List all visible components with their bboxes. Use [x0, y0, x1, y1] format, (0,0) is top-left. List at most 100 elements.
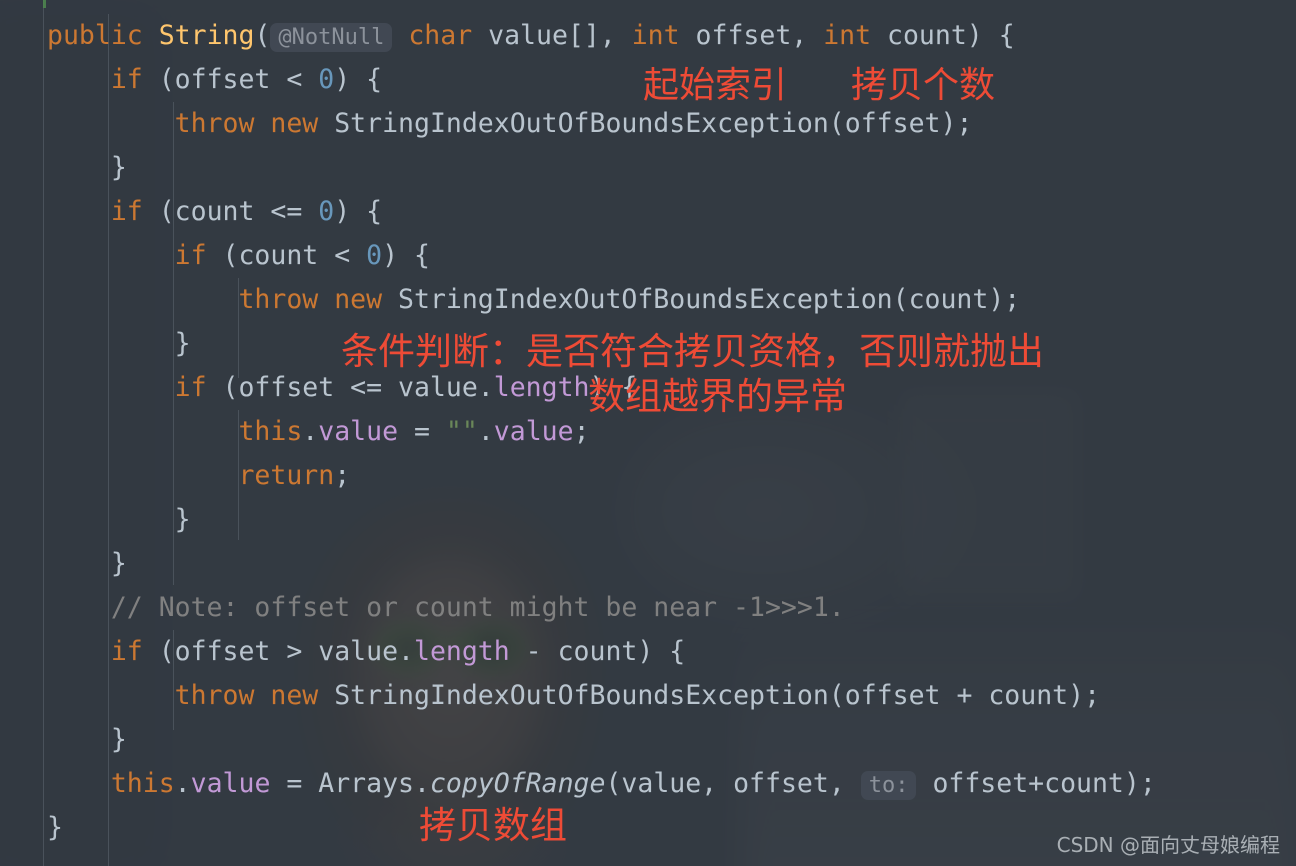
code-line[interactable]: throw new StringIndexOutOfBoundsExceptio…	[47, 674, 1296, 718]
code-token: // Note: offset or count might be near -…	[110, 592, 845, 623]
code-token: throw	[174, 680, 255, 711]
code-token: length	[413, 636, 510, 667]
code-line[interactable]: if (count <= 0) {	[47, 190, 1296, 234]
code-token: ) {	[334, 196, 383, 227]
code-token: int	[631, 20, 680, 51]
code-token: ""	[445, 416, 478, 447]
code-editor-content[interactable]: public String(@NotNull char value[], int…	[0, 0, 1296, 850]
code-token: ) {	[382, 240, 430, 271]
code-token: if	[110, 196, 143, 227]
code-token: .	[477, 416, 494, 447]
code-token: 0	[318, 196, 335, 227]
inlay-hint-badge: to:	[860, 771, 917, 800]
code-token: offset,	[679, 20, 824, 51]
code-token: = Arrays.	[270, 768, 430, 799]
code-token: value[],	[472, 20, 632, 51]
annotation-copy-array: 拷贝数组	[419, 804, 567, 847]
code-token: ) {	[334, 64, 383, 95]
code-token: new	[270, 108, 319, 139]
code-token: value	[190, 768, 271, 799]
code-line[interactable]: }	[47, 542, 1296, 586]
code-token: }	[110, 724, 127, 755]
code-token: offset+count);	[916, 768, 1156, 799]
code-token: StringIndexOutOfBoundsException(count);	[382, 284, 1021, 315]
code-token: }	[174, 328, 191, 359]
code-line[interactable]: if (offset > value.length - count) {	[47, 630, 1296, 674]
code-token: (count <	[206, 240, 367, 271]
code-line[interactable]: // Note: offset or count might be near -…	[47, 586, 1296, 630]
code-token: }	[174, 504, 191, 535]
code-line[interactable]: }	[47, 498, 1296, 542]
csdn-watermark: CSDN @面向丈母娘编程	[1056, 833, 1280, 857]
code-line[interactable]: public String(@NotNull char value[], int…	[47, 14, 1296, 58]
code-line[interactable]: this.value = Arrays.copyOfRange(value, o…	[47, 762, 1296, 806]
code-token: .	[302, 416, 319, 447]
code-line[interactable]: throw new StringIndexOutOfBoundsExceptio…	[47, 102, 1296, 146]
code-token: if	[110, 636, 143, 667]
inlay-hint-badge: @NotNull	[270, 23, 393, 52]
code-token: if	[174, 372, 207, 403]
code-token: this	[110, 768, 175, 799]
code-token: ;	[334, 460, 351, 491]
code-token: 0	[318, 64, 335, 95]
annotation-start-index: 起始索引	[643, 65, 788, 106]
code-token: (count <=	[142, 196, 319, 227]
code-screenshot: public String(@NotNull char value[], int…	[0, 0, 1296, 866]
code-line[interactable]: return;	[47, 454, 1296, 498]
code-token: (value, offset,	[605, 768, 861, 799]
annotation-condition-check-line2: 数组越界的异常	[588, 375, 847, 418]
code-token: }	[110, 152, 127, 183]
code-token: StringIndexOutOfBoundsException(offset +…	[318, 680, 1101, 711]
code-token: int	[823, 20, 872, 51]
code-token: this	[238, 416, 303, 447]
code-token: throw	[174, 108, 255, 139]
code-token: String	[158, 20, 255, 51]
code-token: .	[174, 768, 191, 799]
code-token: 0	[366, 240, 383, 271]
code-token: value	[318, 416, 399, 447]
code-token: throw	[238, 284, 319, 315]
code-token: ;	[573, 416, 590, 447]
code-token: if	[174, 240, 207, 271]
code-token: length	[493, 372, 590, 403]
code-token: }	[110, 548, 127, 579]
code-token: value	[493, 416, 574, 447]
code-token: (offset > value.	[142, 636, 414, 667]
annotation-copy-count: 拷贝个数	[851, 65, 996, 106]
code-token: if	[110, 64, 143, 95]
code-line[interactable]: if (count < 0) {	[47, 234, 1296, 278]
code-token: (offset <= value.	[206, 372, 494, 403]
code-token: char	[408, 20, 473, 51]
code-line[interactable]: throw new StringIndexOutOfBoundsExceptio…	[47, 278, 1296, 322]
code-token: (offset <	[142, 64, 319, 95]
code-token: new	[270, 680, 319, 711]
code-token: StringIndexOutOfBoundsException(offset);	[318, 108, 973, 139]
code-token: (	[254, 20, 271, 51]
code-line[interactable]: }	[47, 146, 1296, 190]
code-token: - count) {	[509, 636, 686, 667]
code-line[interactable]: }	[47, 718, 1296, 762]
code-token: }	[47, 812, 63, 843]
code-token: return	[238, 460, 335, 491]
